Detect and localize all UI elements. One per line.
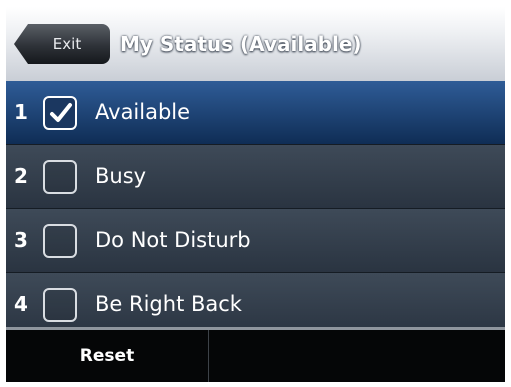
status-item-do-not-disturb[interactable]: 3 Do Not Disturb — [6, 209, 505, 273]
status-checkbox[interactable] — [43, 224, 77, 258]
phone-screen: Exit My Status (Available) 1 Available 2… — [6, 7, 505, 382]
status-item-available[interactable]: 1 Available — [6, 81, 505, 145]
status-list: 1 Available 2 Busy 3 Do Not Disturb 4 Be… — [6, 81, 505, 337]
status-item-busy[interactable]: 2 Busy — [6, 145, 505, 209]
header-bar: Exit My Status (Available) — [6, 7, 505, 81]
status-checkbox[interactable] — [43, 96, 77, 130]
status-item-label: Do Not Disturb — [95, 228, 251, 252]
reset-softkey[interactable]: Reset — [6, 330, 209, 382]
status-item-label: Available — [95, 100, 191, 124]
page-title: My Status (Available) — [120, 32, 362, 56]
status-item-label: Busy — [95, 164, 147, 188]
softkey-bar: Reset — [6, 327, 505, 382]
status-checkbox[interactable] — [43, 288, 77, 322]
status-checkbox[interactable] — [43, 160, 77, 194]
item-number: 3 — [14, 228, 28, 252]
exit-button[interactable]: Exit — [14, 24, 110, 64]
empty-softkey[interactable] — [209, 330, 505, 382]
item-number: 1 — [14, 100, 28, 124]
item-number: 2 — [14, 164, 28, 188]
check-icon — [50, 103, 72, 122]
